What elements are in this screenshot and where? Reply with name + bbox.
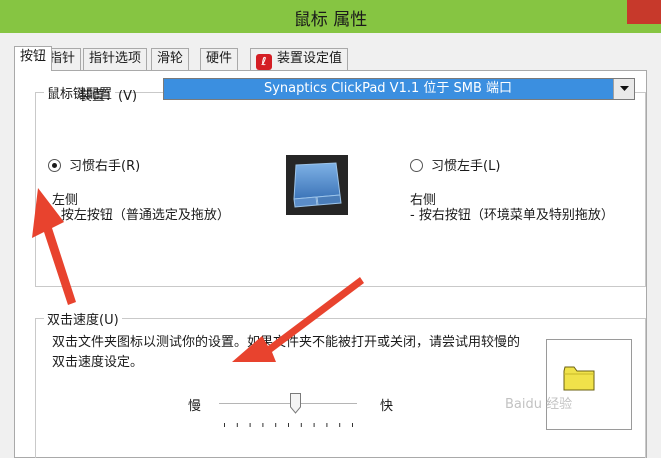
slow-label: 慢 — [188, 399, 202, 414]
title-bar: 鼠标 属性 — [0, 0, 661, 33]
slider-thumb[interactable] — [289, 393, 301, 414]
slider-tick — [313, 423, 315, 427]
double-click-legend: 双击速度(U) — [44, 309, 122, 328]
double-click-speed-slider[interactable]: 慢 快 — [188, 393, 403, 433]
chevron-down-icon — [620, 86, 629, 91]
primary-side-description: - 按左按钮（普通选定及拖放） — [52, 208, 230, 223]
watermark: Baidu 经验 — [505, 397, 573, 412]
slider-tick — [236, 423, 238, 427]
slider-tick — [326, 423, 328, 427]
secondary-side-description: - 按右按钮（环境菜单及特别拖放） — [410, 208, 614, 223]
device-dropdown[interactable]: Synaptics ClickPad V1.1 位于 SMB 端口 — [163, 78, 635, 100]
slider-ticks — [224, 423, 353, 427]
slider-tick — [275, 423, 277, 427]
slider-track[interactable] — [219, 403, 357, 405]
slider-tick — [262, 423, 264, 427]
tab-wheel[interactable]: 滑轮 — [151, 48, 190, 70]
window-title: 鼠标 属性 — [293, 10, 368, 30]
fast-label: 快 — [380, 399, 394, 414]
double-click-test-area[interactable] — [546, 339, 632, 430]
tab-device-settings[interactable]: ℓ 装置设定值 — [250, 48, 349, 70]
slider-tick — [352, 423, 353, 427]
slider-tick — [249, 423, 251, 427]
right-handed-label: 习惯右手(R) — [69, 159, 141, 174]
tab-hardware[interactable]: 硬件 — [200, 48, 239, 70]
touchpad-image — [286, 155, 348, 215]
device-dropdown-value: Synaptics ClickPad V1.1 位于 SMB 端口 — [263, 81, 513, 96]
slider-tick — [339, 423, 341, 427]
left-handed-label: 习惯左手(L) — [431, 159, 501, 174]
close-button[interactable] — [627, 0, 661, 24]
slider-tick — [300, 423, 302, 427]
right-handed-radio[interactable] — [48, 159, 61, 172]
right-handed-option[interactable]: 习惯右手(R) — [48, 155, 140, 174]
dropdown-arrow-button[interactable] — [613, 79, 634, 99]
clickpad-icon — [286, 155, 348, 215]
tab-buttons[interactable]: 按钮 — [14, 46, 53, 71]
synaptics-icon: ℓ — [256, 54, 272, 70]
folder-icon[interactable] — [563, 365, 595, 391]
slider-tick — [288, 423, 289, 427]
device-label: 装置：(V) — [79, 89, 138, 104]
left-handed-radio[interactable] — [410, 159, 423, 172]
left-handed-option[interactable]: 习惯左手(L) — [410, 155, 500, 174]
tab-pointer-options[interactable]: 指针选项 — [83, 48, 148, 70]
slider-tick — [224, 423, 225, 427]
double-click-description: 双击文件夹图标以测试你的设置。如果文件夹不能被打开或关闭，请尝试用较慢的双击速度… — [52, 335, 521, 370]
